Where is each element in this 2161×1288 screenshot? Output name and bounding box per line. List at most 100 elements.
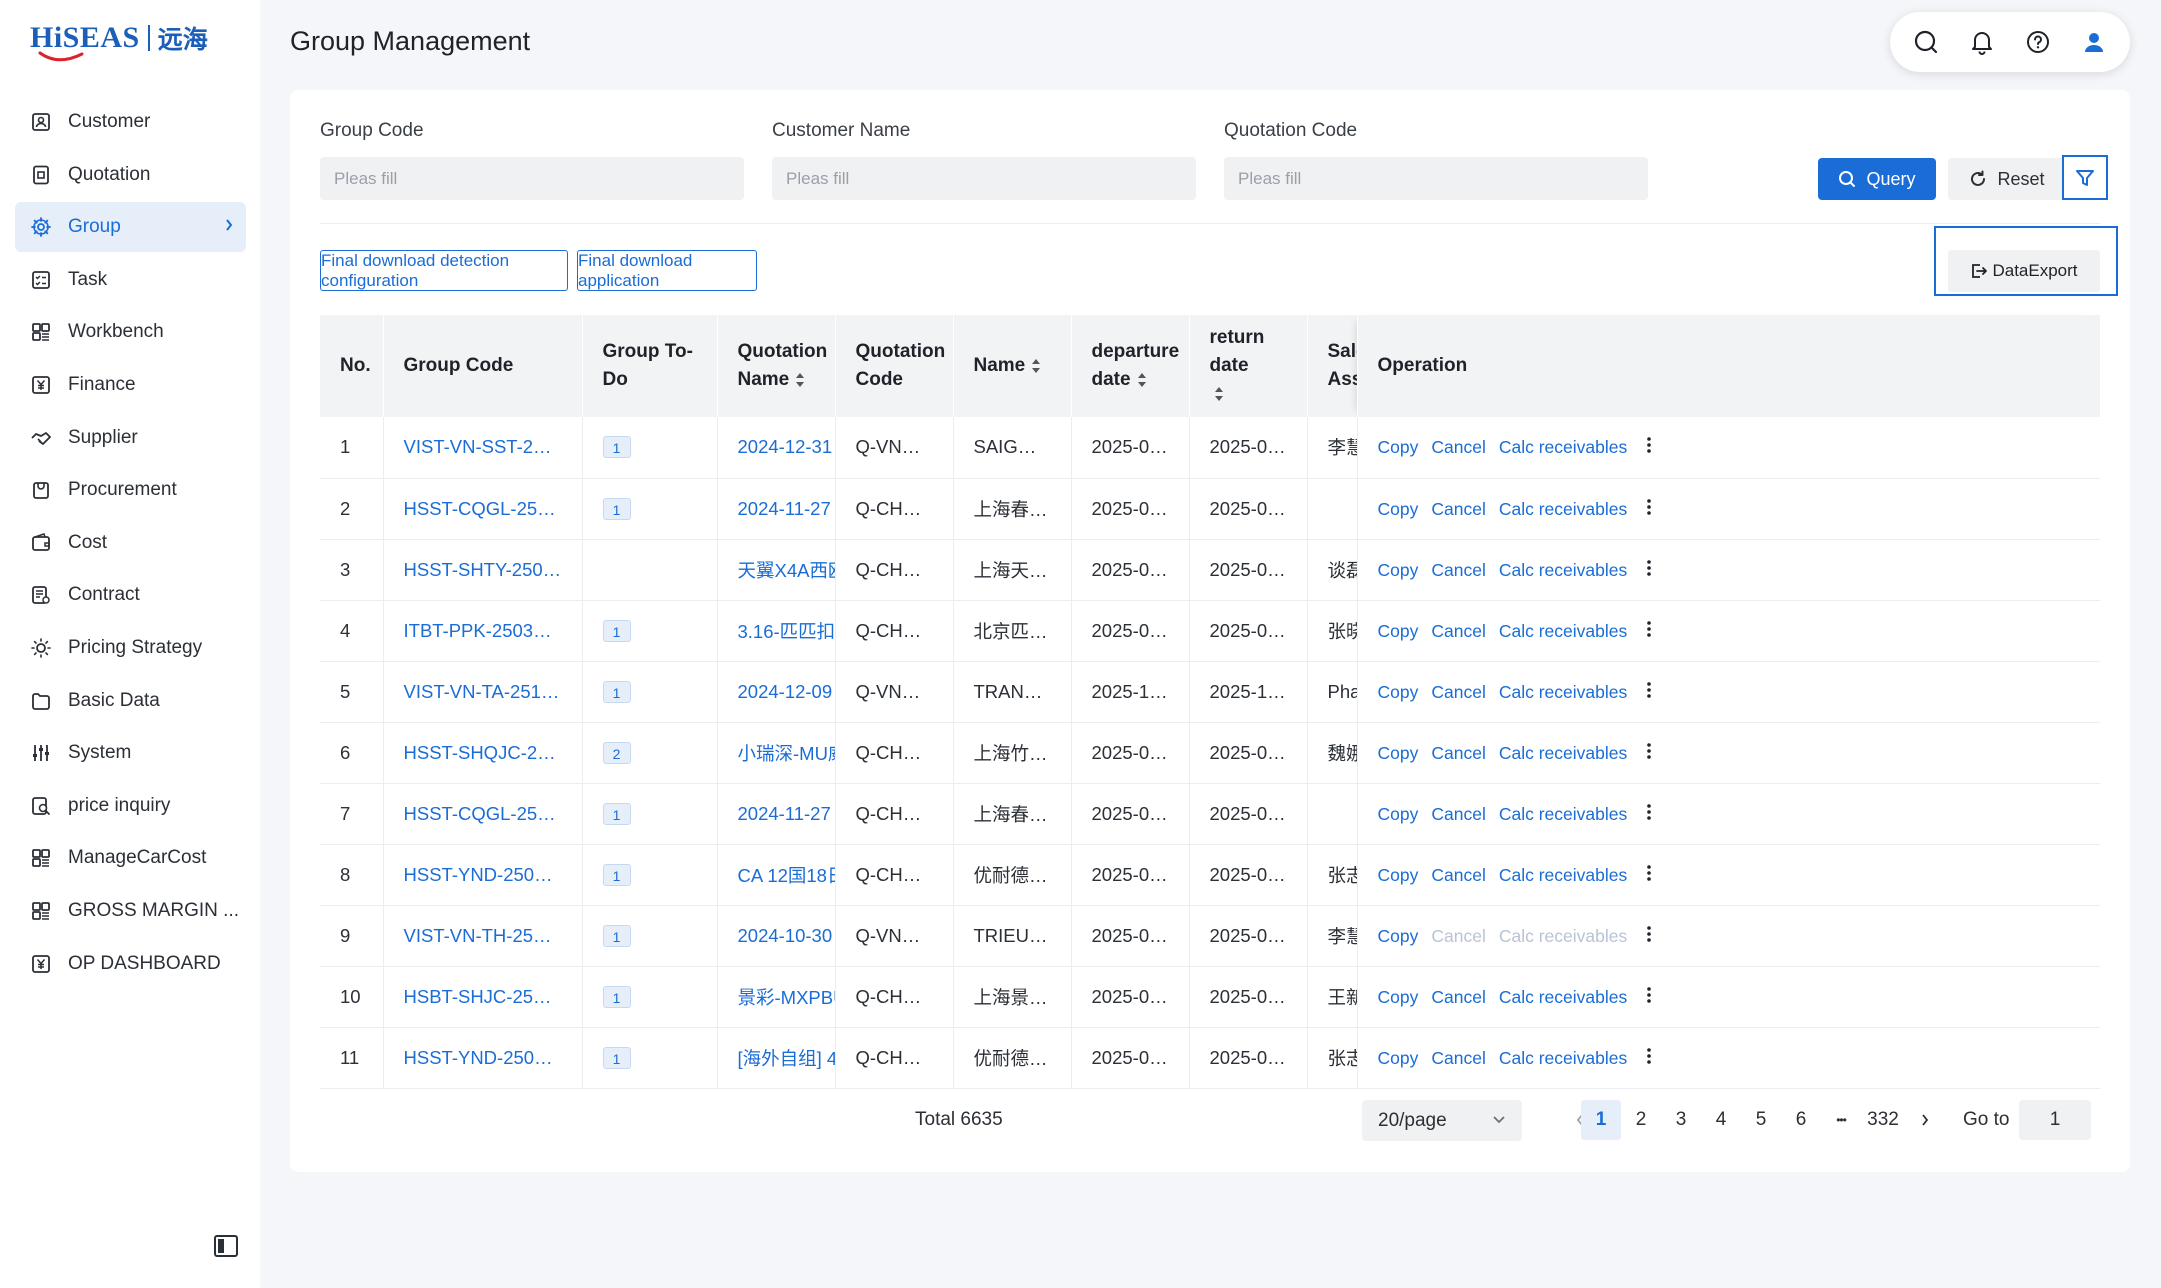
cell-group-code-link[interactable]: HSST-SHQJC-250426-002: [383, 722, 583, 784]
header-departure-date[interactable]: departure date: [1071, 315, 1190, 417]
brand-logo[interactable]: HiSEAS 远海: [30, 14, 208, 62]
sidebar-item-basic-data[interactable]: Basic Data: [15, 676, 246, 726]
more-actions-icon[interactable]: [1646, 680, 1652, 705]
sidebar-item-managecarcost[interactable]: ManageCarCost: [15, 833, 246, 883]
todo-count-badge[interactable]: 2: [602, 741, 631, 764]
page-button-6[interactable]: 6: [1781, 1100, 1821, 1140]
sidebar-item-task[interactable]: Task: [15, 255, 246, 305]
search-icon[interactable]: [1906, 22, 1946, 62]
more-actions-icon[interactable]: [1646, 497, 1652, 522]
copy-link[interactable]: Copy: [1378, 437, 1419, 457]
cancel-link[interactable]: Cancel: [1431, 743, 1485, 763]
cancel-link[interactable]: Cancel: [1431, 560, 1485, 580]
cell-quotation-name-link[interactable]: [海外自组] 4月19[: [717, 1027, 836, 1089]
sort-icon[interactable]: [1031, 358, 1041, 374]
page-ellipsis[interactable]: •••: [1821, 1100, 1861, 1140]
cell-quotation-name-link[interactable]: 天翼X4A西欧-1...: [717, 539, 836, 601]
sidebar-item-supplier[interactable]: Supplier: [15, 413, 246, 463]
sort-icon[interactable]: [1137, 372, 1147, 388]
bell-icon[interactable]: [1962, 22, 2002, 62]
user-avatar-icon[interactable]: [2074, 22, 2114, 62]
cell-group-code-link[interactable]: HSBT-SHJC-250617-002: [383, 966, 583, 1028]
final-detection-config-button[interactable]: Final download detection configuration: [320, 250, 568, 291]
calc-receivables-link[interactable]: Calc receivables: [1499, 865, 1627, 885]
query-button[interactable]: Query: [1818, 158, 1936, 200]
more-actions-icon[interactable]: [1646, 619, 1652, 644]
todo-count-badge[interactable]: 1: [602, 619, 631, 642]
customer-name-input[interactable]: Pleas fill: [772, 157, 1196, 200]
copy-link[interactable]: Copy: [1378, 926, 1419, 946]
reset-button[interactable]: Reset: [1948, 158, 2066, 200]
more-actions-icon[interactable]: [1646, 924, 1652, 949]
cell-quotation-name-link[interactable]: 2024-12-31 17:3:: [717, 417, 836, 479]
sidebar-item-system[interactable]: System: [15, 728, 246, 778]
cell-quotation-name-link[interactable]: CA 12国18日（BL: [717, 844, 836, 906]
todo-count-badge[interactable]: 1: [602, 802, 631, 825]
page-button-4[interactable]: 4: [1701, 1100, 1741, 1140]
filter-toggle-button[interactable]: [2062, 155, 2108, 200]
cell-quotation-name-link[interactable]: 2024-12-09 15:4:: [717, 661, 836, 723]
copy-link[interactable]: Copy: [1378, 987, 1419, 1007]
calc-receivables-link[interactable]: Calc receivables: [1499, 682, 1627, 702]
copy-link[interactable]: Copy: [1378, 560, 1419, 580]
header-return-date[interactable]: return date: [1189, 315, 1308, 417]
cancel-link[interactable]: Cancel: [1431, 804, 1485, 824]
more-actions-icon[interactable]: [1646, 863, 1652, 888]
header-name[interactable]: Name: [953, 315, 1072, 417]
cell-quotation-name-link[interactable]: 景彩-MXPBUD五国: [717, 966, 836, 1028]
sidebar-item-quotation[interactable]: Quotation: [15, 150, 246, 200]
cell-group-code-link[interactable]: HSST-YND-250420-001: [383, 1027, 583, 1089]
cell-group-code-link[interactable]: VIST-VN-SST-250627-01: [383, 417, 583, 479]
todo-count-badge[interactable]: 1: [602, 1046, 631, 1069]
sidebar-item-contract[interactable]: Contract: [15, 570, 246, 620]
calc-receivables-link[interactable]: Calc receivables: [1499, 804, 1627, 824]
sidebar-item-cost[interactable]: Cost: [15, 518, 246, 568]
cell-quotation-name-link[interactable]: 2024-11-27 10:4:: [717, 478, 836, 540]
sort-icon[interactable]: [1214, 386, 1224, 402]
sidebar-item-group[interactable]: Group: [15, 202, 246, 253]
calc-receivables-link[interactable]: Calc receivables: [1499, 560, 1627, 580]
cancel-link[interactable]: Cancel: [1431, 865, 1485, 885]
calc-receivables-link[interactable]: Calc receivables: [1499, 437, 1627, 457]
cell-group-code-link[interactable]: VIST-VN-TA-251017-01: [383, 661, 583, 723]
cell-quotation-name-link[interactable]: 3.16-匹匹扣-邓琴: [717, 600, 836, 662]
cancel-link[interactable]: Cancel: [1431, 437, 1485, 457]
help-icon[interactable]: [2018, 22, 2058, 62]
cancel-link[interactable]: Cancel: [1431, 621, 1485, 641]
copy-link[interactable]: Copy: [1378, 865, 1419, 885]
cell-group-code-link[interactable]: HSST-CQGL-250520-001: [383, 478, 583, 540]
more-actions-icon[interactable]: [1646, 741, 1652, 766]
more-actions-icon[interactable]: [1646, 985, 1652, 1010]
todo-count-badge[interactable]: 1: [602, 680, 631, 703]
more-actions-icon[interactable]: [1646, 1046, 1652, 1071]
sidebar-item-customer[interactable]: Customer: [15, 97, 246, 147]
sidebar-item-gross-margin[interactable]: GROSS MARGIN ...: [15, 886, 246, 936]
cell-quotation-name-link[interactable]: 2024-11-27 10:4:: [717, 783, 836, 845]
sidebar-item-price-inquiry[interactable]: price inquiry: [15, 781, 246, 831]
calc-receivables-link[interactable]: Calc receivables: [1499, 499, 1627, 519]
todo-count-badge[interactable]: 1: [602, 924, 631, 947]
sidebar-collapse-icon[interactable]: [213, 1233, 239, 1259]
sidebar-item-pricing-strategy[interactable]: Pricing Strategy: [15, 623, 246, 673]
cell-group-code-link[interactable]: HSST-SHTY-250609-001: [383, 539, 583, 601]
cell-group-code-link[interactable]: HSST-YND-250605-001: [383, 844, 583, 906]
cell-quotation-name-link[interactable]: 小瑞深-MU威巴10: [717, 722, 836, 784]
copy-link[interactable]: Copy: [1378, 499, 1419, 519]
calc-receivables-link[interactable]: Calc receivables: [1499, 743, 1627, 763]
todo-count-badge[interactable]: 1: [602, 436, 631, 459]
data-export-button[interactable]: DataExport: [1948, 250, 2100, 292]
cell-group-code-link[interactable]: VIST-VN-TH-250605-002: [383, 905, 583, 967]
calc-receivables-link[interactable]: Calc receivables: [1499, 1048, 1627, 1068]
calc-receivables-link[interactable]: Calc receivables: [1499, 987, 1627, 1007]
copy-link[interactable]: Copy: [1378, 682, 1419, 702]
cell-group-code-link[interactable]: ITBT-PPK-250316-002: [383, 600, 583, 662]
page-button-5[interactable]: 5: [1741, 1100, 1781, 1140]
final-download-application-button[interactable]: Final download application: [577, 250, 757, 291]
sidebar-item-procurement[interactable]: Procurement: [15, 465, 246, 515]
quotation-code-input[interactable]: Pleas fill: [1224, 157, 1648, 200]
cancel-link[interactable]: Cancel: [1431, 682, 1485, 702]
copy-link[interactable]: Copy: [1378, 804, 1419, 824]
page-button-last[interactable]: 332: [1863, 1100, 1903, 1140]
page-button-1[interactable]: 1: [1581, 1100, 1621, 1140]
copy-link[interactable]: Copy: [1378, 743, 1419, 763]
